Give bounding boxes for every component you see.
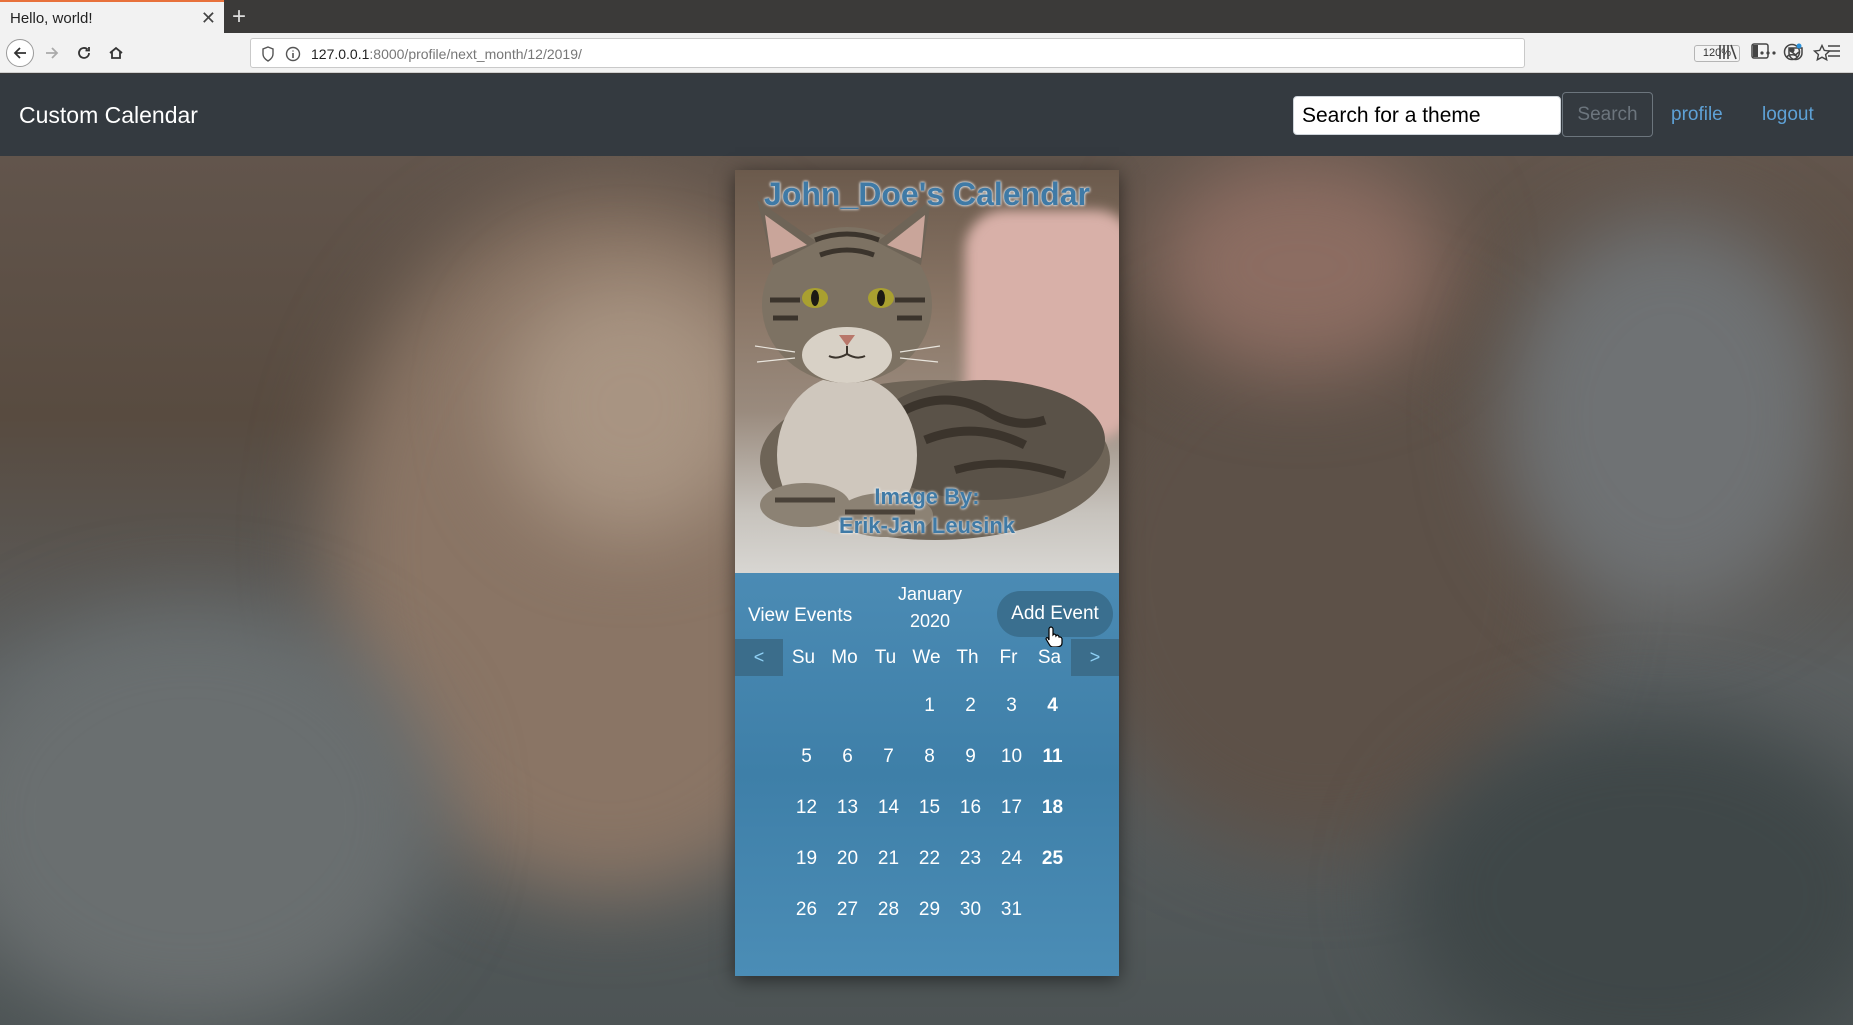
weekday-header: Su Mo Tu We Th Fr Sa <box>783 639 1071 676</box>
calendar-day[interactable]: 27 <box>827 895 868 946</box>
prev-month-button[interactable]: < <box>735 639 783 676</box>
info-icon[interactable] <box>285 46 301 67</box>
browser-tab-bar: Hello, world! ✕ + <box>0 0 1853 33</box>
calendar-day[interactable]: 1 <box>909 691 950 742</box>
calendar-day[interactable]: 9 <box>950 742 991 793</box>
hand-cursor-icon <box>1045 626 1063 647</box>
url-text: 127.0.0.1:8000/profile/next_month/12/201… <box>311 46 582 62</box>
calendar-day[interactable]: 26 <box>786 895 827 946</box>
weekday-label: Su <box>791 647 816 668</box>
calendar-day[interactable]: 28 <box>868 895 909 946</box>
month-year-label: January 2020 <box>875 581 985 635</box>
app-navbar: Custom Calendar Search profile logout <box>0 74 1853 156</box>
calendar-day[interactable]: 6 <box>827 742 868 793</box>
credit-label: Image By: <box>874 484 980 509</box>
calendar-card: John_Doe's Calendar Image By: Erik-Jan L… <box>735 170 1119 976</box>
calendar-day[interactable]: 10 <box>991 742 1032 793</box>
calendar-day[interactable]: 31 <box>991 895 1032 946</box>
browser-tab[interactable]: Hello, world! ✕ <box>0 0 224 33</box>
reload-icon[interactable] <box>70 39 98 67</box>
calendar-day[interactable]: 12 <box>786 793 827 844</box>
calendar-day <box>1032 895 1073 946</box>
calendar-day[interactable]: 21 <box>868 844 909 895</box>
address-bar[interactable]: 127.0.0.1:8000/profile/next_month/12/201… <box>250 38 1832 68</box>
forward-icon[interactable] <box>38 39 66 67</box>
calendar-day <box>827 691 868 742</box>
logout-link[interactable]: logout <box>1762 104 1814 126</box>
profile-link[interactable]: profile <box>1671 104 1723 126</box>
calendar-day[interactable]: 25 <box>1032 844 1073 895</box>
close-tab-icon[interactable]: ✕ <box>201 8 216 29</box>
calendar-day[interactable]: 24 <box>991 844 1032 895</box>
calendar-day[interactable]: 18 <box>1032 793 1073 844</box>
calendar-day[interactable]: 11 <box>1032 742 1073 793</box>
home-icon[interactable] <box>102 39 130 67</box>
year-number: 2020 <box>909 611 951 631</box>
calendar-day[interactable]: 8 <box>909 742 950 793</box>
image-credit: Image By: Erik-Jan Leusink <box>735 482 1119 540</box>
calendar-day[interactable]: 19 <box>786 844 827 895</box>
calendar-day[interactable]: 3 <box>991 691 1032 742</box>
weekday-label: Fr <box>999 647 1018 668</box>
calendar-day[interactable]: 5 <box>786 742 827 793</box>
calendar-day <box>786 691 827 742</box>
calendar-title: John_Doe's Calendar <box>764 176 1090 212</box>
calendar-week: 5 6 7 8 9 10 11 <box>786 742 1073 793</box>
shield-icon[interactable] <box>261 46 275 67</box>
theme-search-input[interactable] <box>1293 96 1561 135</box>
calendar-day[interactable]: 17 <box>991 793 1032 844</box>
calendar-day <box>868 691 909 742</box>
weekday-label: We <box>912 647 941 668</box>
browser-toolbar: 127.0.0.1:8000/profile/next_month/12/201… <box>0 33 1853 73</box>
calendar-day[interactable]: 15 <box>909 793 950 844</box>
month-name: January <box>897 584 963 604</box>
calendar-day[interactable]: 4 <box>1032 691 1073 742</box>
calendar-week: 26 27 28 29 30 31 <box>786 895 1073 946</box>
calendar-day[interactable]: 14 <box>868 793 909 844</box>
tab-title: Hello, world! <box>10 10 93 27</box>
brand-title[interactable]: Custom Calendar <box>19 102 198 129</box>
calendar-week: 12 13 14 15 16 17 18 <box>786 793 1073 844</box>
library-icon[interactable] <box>1718 43 1738 66</box>
account-icon[interactable] <box>1783 43 1803 66</box>
calendar-day[interactable]: 2 <box>950 691 991 742</box>
calendar-day[interactable]: 16 <box>950 793 991 844</box>
calendar-day[interactable]: 20 <box>827 844 868 895</box>
calendar-day[interactable]: 7 <box>868 742 909 793</box>
weekday-label: Tu <box>874 647 897 668</box>
calendar-days-grid: 1 2 3 4 5 6 7 8 9 10 11 12 13 14 15 16 1… <box>786 691 1073 946</box>
view-events-link[interactable]: View Events <box>748 605 852 627</box>
weekday-label: Mo <box>831 647 858 668</box>
calendar-day[interactable]: 13 <box>827 793 868 844</box>
sidebar-icon[interactable] <box>1751 43 1769 64</box>
new-tab-icon[interactable]: + <box>232 3 246 31</box>
calendar-week: 1 2 3 4 <box>786 691 1073 742</box>
menu-icon[interactable] <box>1826 43 1842 64</box>
calendar-day[interactable]: 23 <box>950 844 991 895</box>
search-button[interactable]: Search <box>1562 92 1653 137</box>
calendar-day[interactable]: 22 <box>909 844 950 895</box>
calendar-week: 19 20 21 22 23 24 25 <box>786 844 1073 895</box>
weekday-label: Th <box>956 647 979 668</box>
calendar-day[interactable]: 30 <box>950 895 991 946</box>
credit-author: Erik-Jan Leusink <box>838 513 1016 538</box>
calendar-day[interactable]: 29 <box>909 895 950 946</box>
cat-photo: John_Doe's Calendar Image By: Erik-Jan L… <box>735 170 1119 573</box>
back-icon[interactable] <box>6 39 34 67</box>
next-month-button[interactable]: > <box>1071 639 1119 676</box>
